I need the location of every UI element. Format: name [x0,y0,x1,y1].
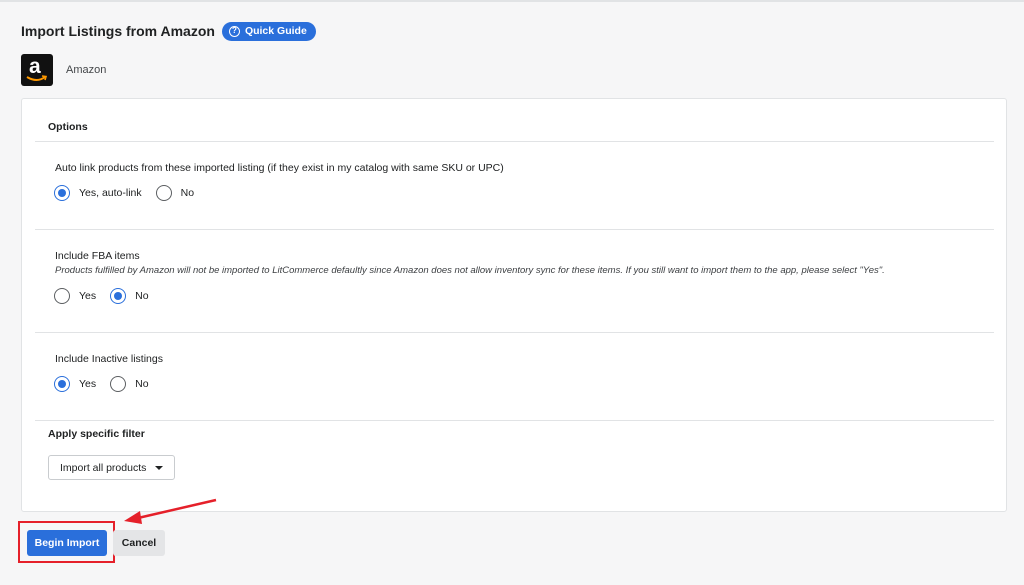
filter-select-value: Import all products [60,461,147,474]
auto-link-yes-label: Yes, auto-link [79,187,142,199]
inactive-label: Include Inactive listings [55,353,163,365]
inactive-no-radio[interactable] [110,376,127,392]
auto-link-no-option[interactable]: No [155,185,195,201]
auto-link-no-label: No [180,187,195,199]
auto-link-radio-group: Yes, auto-link No [54,185,208,201]
fba-yes-option[interactable]: Yes [54,288,96,304]
inactive-yes-option[interactable]: Yes [54,376,96,392]
page-title: Import Listings from Amazon [21,23,215,39]
fba-no-option[interactable]: No [110,288,149,304]
divider [35,141,994,142]
fba-label: Include FBA items [55,250,140,262]
amazon-smile-icon [26,75,48,81]
auto-link-label: Auto link products from these imported l… [55,162,504,174]
inactive-no-option[interactable]: No [110,376,149,392]
fba-yes-radio[interactable] [54,288,70,304]
inactive-no-label: No [135,378,149,390]
inactive-yes-radio[interactable] [54,376,70,392]
fba-no-label: No [135,290,149,302]
store-info: a Amazon [21,54,106,86]
fba-no-radio[interactable] [110,288,127,304]
inactive-radio-group: Yes No [54,376,163,392]
filter-title: Apply specific filter [48,428,145,440]
cancel-button[interactable]: Cancel [113,530,165,556]
divider [35,420,994,421]
auto-link-yes-radio[interactable] [54,185,70,201]
quick-guide-button[interactable]: ? Quick Guide [221,21,316,41]
begin-import-button[interactable]: Begin Import [27,530,107,556]
store-name: Amazon [66,64,107,76]
fba-yes-label: Yes [79,290,97,302]
amazon-logo-icon: a [21,54,53,86]
auto-link-no-radio[interactable] [155,185,172,201]
options-card: Options Auto link products from these im… [21,98,1007,512]
question-circle-icon: ? [228,25,240,37]
divider [35,332,994,333]
filter-select[interactable]: Import all products [48,455,175,480]
auto-link-yes-option[interactable]: Yes, auto-link [54,185,142,201]
fba-radio-group: Yes No [54,288,163,304]
top-border [0,0,1024,2]
fba-description: Products fulfilled by Amazon will not be… [55,265,885,276]
inactive-yes-label: Yes [79,378,97,390]
divider [35,229,994,230]
quick-guide-label: Quick Guide [244,25,307,37]
caret-down-icon [155,466,163,470]
page-header: Import Listings from Amazon ? Quick Guid… [21,21,316,41]
options-title: Options [48,121,88,133]
